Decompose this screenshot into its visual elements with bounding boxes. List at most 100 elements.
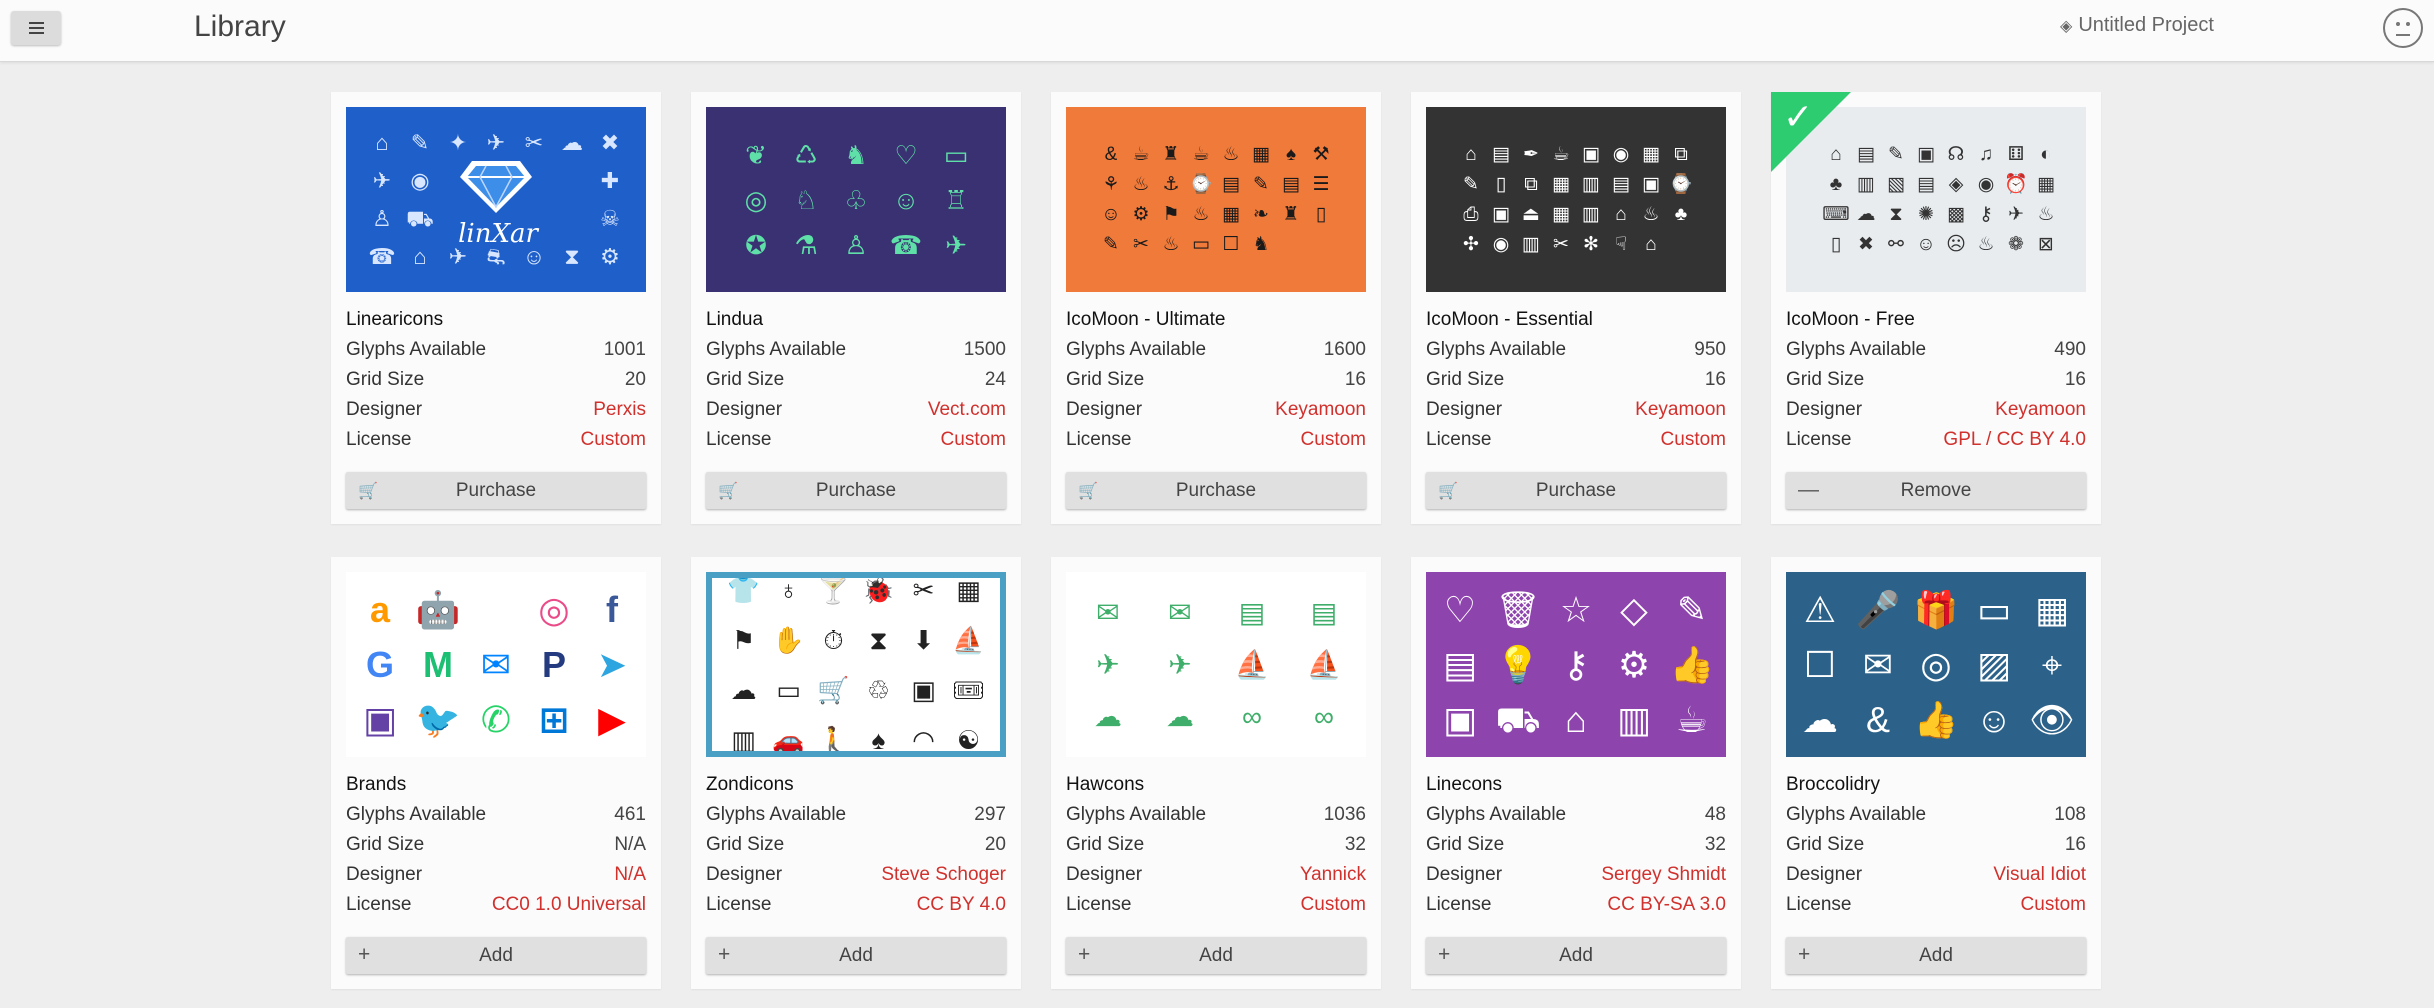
glyph-icon: ♞ (844, 139, 868, 170)
glyph-icon: 🐦 (415, 698, 461, 740)
designer-value[interactable]: Steve Schoger (881, 864, 1006, 886)
license-row: License Custom (346, 429, 646, 451)
glyph-icon: ⧉ (1524, 174, 1538, 195)
user-avatar-icon[interactable] (2383, 8, 2423, 48)
glyph-icon: ✂ (912, 574, 935, 605)
glyphs-value: 108 (2054, 804, 2086, 825)
purchase-button[interactable]: 🛒 Purchase (1426, 472, 1726, 509)
grid-value: 16 (2064, 369, 2086, 390)
license-value[interactable]: CC BY 4.0 (917, 894, 1006, 916)
field-label: License (346, 894, 412, 915)
designer-value[interactable]: Perxis (593, 399, 646, 421)
designer-value[interactable]: Sergey Shmidt (1601, 864, 1726, 886)
field-label: Grid Size (706, 834, 785, 855)
designer-value[interactable]: Keyamoon (1275, 399, 1366, 421)
project-selector[interactable]: ◈ Untitled Project (2060, 14, 2214, 37)
glyph-icon: ▣ (362, 698, 397, 740)
glyph-icon: ⌨ (1822, 204, 1850, 225)
top-bar: Library ◈ Untitled Project (0, 0, 2434, 62)
add-button[interactable]: + Add (1066, 937, 1366, 974)
field-label: License (1426, 429, 1492, 450)
glyph-icon: ⌂ (1645, 234, 1657, 255)
field-label: Designer (1426, 399, 1503, 420)
glyph-icon: ▯ (1495, 174, 1507, 195)
grid-value: 20 (984, 834, 1006, 855)
designer-value[interactable]: Vect.com (928, 399, 1006, 421)
purchase-button[interactable]: 🛒 Purchase (706, 472, 1006, 509)
designer-row: Designer Perxis (346, 399, 646, 421)
glyph-icon: ⚑ (1162, 204, 1180, 225)
license-value[interactable]: CC BY-SA 3.0 (1607, 894, 1726, 916)
glyph-icon: ✖ (600, 129, 620, 155)
designer-value[interactable]: N/A (614, 864, 646, 886)
library-preview-image: ✉ ✉ ▤ ▤ ✈ ✈ ⛵ ⛵ ☁ ☁ ∞ ∞ (1066, 572, 1366, 757)
glyph-icon: ▥ (1522, 234, 1540, 255)
glyph-icon: ⌂ (1615, 204, 1627, 225)
license-value[interactable]: Custom (941, 429, 1006, 451)
glyph-icon: ◎ (744, 184, 768, 215)
glyph-icon: ▣ (1917, 144, 1935, 165)
field-label: License (706, 429, 772, 450)
glyph-icon: ▣ (1642, 174, 1660, 195)
glyph-icon: 🤖 (415, 588, 461, 630)
license-value[interactable]: Custom (581, 429, 646, 451)
glyph-icon: ♨ (1222, 144, 1240, 165)
remove-button[interactable]: — Remove (1786, 472, 2086, 509)
add-button[interactable]: + Add (346, 937, 646, 974)
license-value[interactable]: Custom (1661, 429, 1726, 451)
glyphs-value: 461 (614, 804, 646, 825)
glyph-icon: 🛒 (817, 674, 850, 705)
glyph-icon: ✻ (1583, 234, 1599, 255)
glyph-icon: ▦ (1252, 144, 1270, 165)
glyph-icon: ♡ (894, 139, 918, 170)
designer-value[interactable]: Keyamoon (1635, 399, 1726, 421)
glyph-icon: ⛟ (406, 205, 434, 231)
grid-size-row: Grid Size 24 (706, 369, 1006, 391)
designer-value[interactable]: Visual Idiot (1993, 864, 2086, 886)
glyph-icon: ☆ (1559, 588, 1593, 630)
glyph-icon: ✉ (1168, 596, 1192, 628)
grid-value: 16 (2064, 834, 2086, 855)
glyphs-available-row: Glyphs Available 1600 (1066, 339, 1366, 361)
library-preview-image: ♡ 🗑 ☆ ◇ ✎ ▤ 💡 ⚷ ⚙ 👍 ▣ ⛟ ⌂ ▥ ☕ (1426, 572, 1726, 757)
add-button[interactable]: + Add (1786, 937, 2086, 974)
button-label: Add (479, 944, 513, 966)
license-value[interactable]: Custom (1301, 894, 1366, 916)
field-label: License (1426, 894, 1492, 915)
library-name: IcoMoon - Essential (1426, 309, 1593, 330)
glyph-icon: ✎ (1463, 174, 1479, 195)
purchase-button[interactable]: 🛒 Purchase (1066, 472, 1366, 509)
license-value[interactable]: GPL / CC BY 4.0 (1943, 429, 2086, 451)
glyph-icon: ♨ (1162, 234, 1180, 255)
menu-button[interactable] (11, 11, 61, 45)
field-label: Grid Size (1786, 369, 1865, 390)
designer-value[interactable]: Keyamoon (1995, 399, 2086, 421)
glyph-icon: ⛵ (1234, 648, 1270, 680)
license-row: License Custom (706, 429, 1006, 451)
glyph-icon: ▣ (1492, 204, 1510, 225)
field-label: License (1066, 894, 1132, 915)
glyph-icon: ▦ (1642, 144, 1660, 165)
glyph-icon: ☕ (1192, 144, 1210, 165)
glyph-icon: ♨ (1977, 234, 1995, 255)
add-button[interactable]: + Add (1426, 937, 1726, 974)
designer-value[interactable]: Yannick (1300, 864, 1366, 886)
glyph-icon: ⧗ (869, 624, 888, 655)
license-value[interactable]: Custom (1301, 429, 1366, 451)
add-button[interactable]: + Add (706, 937, 1006, 974)
glyph-icon: ☺ (1101, 204, 1121, 225)
glyph-icon: ⚙ (1617, 643, 1651, 685)
purchase-button[interactable]: 🛒 Purchase (346, 472, 646, 509)
library-card: 👕 ♁ 🍸 🐞 ✂ ▦ ⚑ ✋ ⏱ ⧗ ⬇ ⛵ ☁ ▭ 🛒 ♲ ▣ 🎟 ▥ 🚗 🚶 ♠ ◠ ☯ Zondicons Glyphs … (691, 557, 1021, 989)
glyph-icon: ♖ (944, 184, 968, 215)
license-value[interactable]: Custom (2021, 894, 2086, 916)
glyph-icon: ♨ (1642, 204, 1660, 225)
designer-row: Designer Yannick (1066, 864, 1366, 886)
glyph-icon: ▭ (1192, 234, 1210, 255)
glyph-icon: ▭ (776, 674, 801, 705)
glyph-icon: ◉ (1612, 144, 1630, 165)
glyph-icon: f (606, 588, 618, 630)
glyphs-available-row: Glyphs Available 108 (1786, 804, 2086, 826)
license-value[interactable]: CC0 1.0 Universal (492, 894, 646, 916)
library-card: ⚠ 🎤 🎁 ▭ ▦ ☐ ✉ ◎ ▨ ⌖ ☁ & 👍 ☺ 👁 Broccolidry Glyphs Availab… (1771, 557, 2101, 989)
